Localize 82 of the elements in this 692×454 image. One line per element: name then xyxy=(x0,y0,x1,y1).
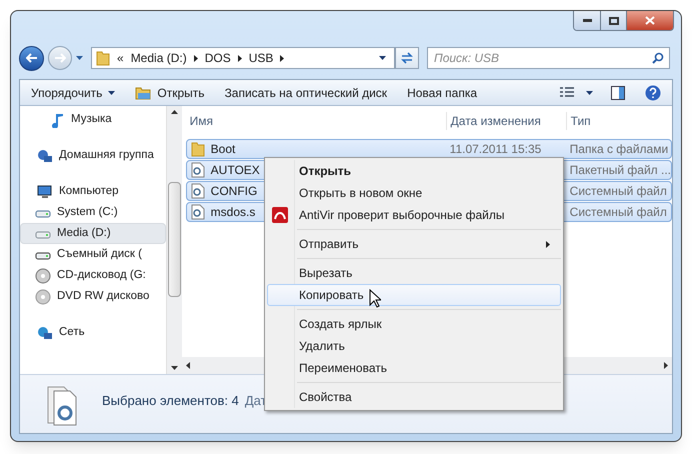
breadcrumb-item[interactable]: USB xyxy=(248,49,274,67)
chevron-right-icon xyxy=(194,54,198,62)
file-type: Системный файл xyxy=(568,183,667,200)
caret-down-icon xyxy=(586,90,593,94)
menu-item[interactable]: Свойства xyxy=(267,386,561,408)
maximize-button[interactable] xyxy=(601,11,627,30)
scroll-up-icon xyxy=(171,110,178,114)
menu-item[interactable]: Открыть xyxy=(267,160,561,182)
disc-icon xyxy=(35,288,51,304)
mouse-cursor-icon xyxy=(369,289,381,308)
monitor-icon xyxy=(37,184,53,200)
sidebar-item[interactable]: Media (D:) xyxy=(20,223,166,244)
scroll-right-icon xyxy=(664,362,668,369)
file-date: 11.07.2011 15:35 xyxy=(450,142,542,156)
address-bar[interactable]: « Media (D:) DOS USB xyxy=(91,47,395,69)
search-icon xyxy=(652,52,664,64)
refresh-arrows-icon xyxy=(400,52,414,64)
toolbar-button[interactable]: Новая папка xyxy=(399,82,486,104)
disc-icon xyxy=(35,268,51,284)
maximize-icon xyxy=(608,16,618,24)
toolbar-button[interactable]: Записать на оптический диск xyxy=(216,82,396,104)
close-button[interactable] xyxy=(627,11,673,30)
sidebar-item[interactable]: Домашняя группа xyxy=(20,145,166,166)
folder-icon xyxy=(135,86,152,100)
menu-item[interactable]: Переименовать xyxy=(267,357,561,379)
status-text: Выбрано элементов: 4 xyxy=(102,392,239,410)
file-name: msdos.s xyxy=(210,204,256,221)
file-name: Boot xyxy=(210,141,236,158)
column-header[interactable]: Тип xyxy=(566,112,591,130)
sidebar-item[interactable]: Компьютер xyxy=(20,181,166,202)
scroll-thumb[interactable] xyxy=(168,182,182,296)
pane-icon xyxy=(611,86,625,100)
search-field[interactable]: Поиск: USB xyxy=(427,47,670,69)
file-type: Папка с файлами xyxy=(568,141,668,158)
details-list-icon xyxy=(560,87,574,98)
file-name: CONFIG xyxy=(210,183,258,200)
scroll-left-icon xyxy=(186,362,190,369)
file-name: AUTOEX xyxy=(210,162,260,179)
column-header[interactable]: Имя xyxy=(186,112,446,130)
minimize-button[interactable] xyxy=(574,11,601,30)
file-type: Системный файл xyxy=(568,204,667,221)
sidebar-item[interactable]: Музыка xyxy=(20,109,166,130)
menu-item[interactable]: AntiVir проверит выборочные файлы xyxy=(267,204,561,226)
music-note-icon xyxy=(51,112,65,128)
menu-item[interactable]: Удалить xyxy=(267,335,561,357)
sidebar-item[interactable]: DVD RW дисково xyxy=(20,286,166,307)
scrollbar[interactable] xyxy=(166,106,182,374)
file-type: Пакетный файл ... xyxy=(568,162,671,179)
menu-item[interactable]: Отправить xyxy=(267,233,561,255)
folder-icon xyxy=(190,141,205,157)
toolbar-button[interactable]: Открыть xyxy=(127,82,213,104)
breadcrumb-item[interactable]: Media (D:) xyxy=(130,49,187,67)
caret-down-icon xyxy=(379,56,386,60)
file-row[interactable]: Boot 11.07.2011 15:35 Папка с файлами xyxy=(186,139,672,159)
toolbar-button[interactable]: Упорядочить xyxy=(23,82,124,104)
menu-item[interactable]: Копировать xyxy=(267,284,561,306)
back-button[interactable] xyxy=(19,46,44,70)
sidebar-item[interactable]: Съемный диск ( xyxy=(20,244,166,265)
status-detail: Дат xyxy=(244,392,267,410)
sidebar-item[interactable]: CD-дисковод (G: xyxy=(20,265,166,286)
sidebar-item[interactable]: System (C:) xyxy=(20,202,166,223)
menu-item[interactable]: Открыть в новом окне xyxy=(267,182,561,204)
umbrella-logo-icon xyxy=(272,207,288,223)
column-header[interactable]: Дата изменения xyxy=(446,112,566,130)
folder-icon xyxy=(96,50,110,66)
arrow-right-icon xyxy=(54,53,66,63)
chevron-right-icon xyxy=(280,54,284,62)
breadcrumb-item[interactable]: DOS xyxy=(204,49,231,67)
overflow-chevron[interactable]: « xyxy=(117,49,124,67)
refresh-button[interactable] xyxy=(395,47,419,69)
chevron-right-icon xyxy=(546,240,550,248)
menu-item[interactable]: Вырезать xyxy=(267,262,561,284)
help-icon xyxy=(645,84,661,100)
scroll-down-icon xyxy=(171,366,178,370)
menu-item[interactable]: Создать ярлык xyxy=(267,313,561,335)
close-icon xyxy=(645,16,655,25)
chevron-right-icon xyxy=(238,54,242,62)
minimize-icon xyxy=(582,19,592,22)
caret-down-icon xyxy=(76,56,83,60)
arrow-left-icon xyxy=(26,53,38,63)
caret-down-icon xyxy=(108,90,116,94)
sidebar-item[interactable]: Сеть xyxy=(20,322,166,343)
